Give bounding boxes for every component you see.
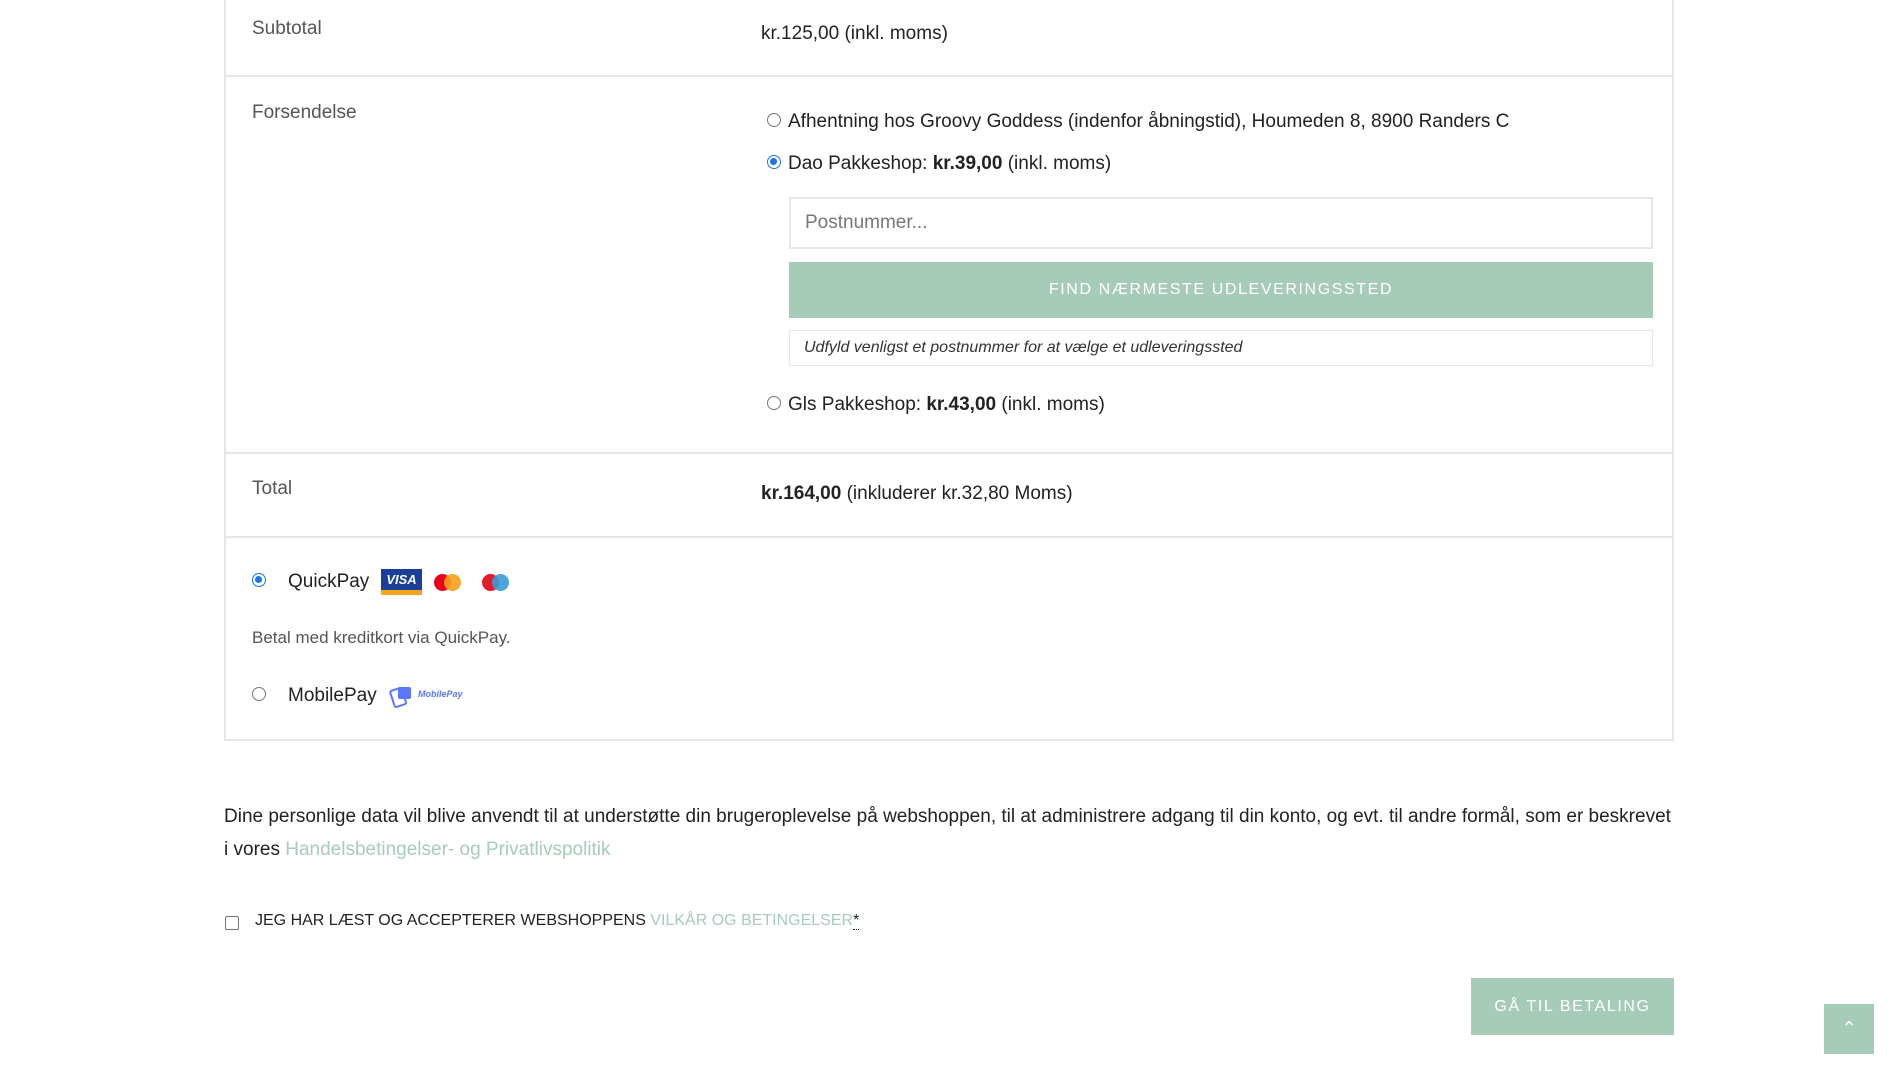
terms-link[interactable]: VILKÅR OG BETINGELSER bbox=[650, 912, 853, 929]
mobilepay-logo-text: MobilePay bbox=[418, 689, 463, 699]
total-label: Total bbox=[252, 478, 293, 499]
terms-text: JEG HAR LÆST OG ACCEPTERER WEBSHOPPENS bbox=[255, 912, 651, 929]
shipping-option-dao[interactable]: Dao Pakkeshop: kr.39,00 (inkl. moms) bbox=[788, 153, 1111, 175]
shipping-radio-dao[interactable] bbox=[767, 155, 781, 169]
privacy-notice: Dine personlige data vil blive anvendt t… bbox=[224, 800, 1674, 866]
row-divider bbox=[226, 536, 1672, 538]
subtotal-label: Subtotal bbox=[252, 18, 322, 39]
order-review-table: Subtotal kr.125,00 (inkl. moms) Forsende… bbox=[224, 0, 1674, 741]
mastercard-icon bbox=[434, 574, 462, 592]
back-to-top-button[interactable]: ⌃ bbox=[1824, 1004, 1874, 1054]
quickpay-description: Betal med kreditkort via QuickPay. bbox=[252, 628, 511, 647]
maestro-icon bbox=[482, 574, 510, 592]
postal-hint: Udfyld venligst et postnummer for at væl… bbox=[789, 330, 1653, 366]
shipping-dao-suffix: (inkl. moms) bbox=[1002, 153, 1112, 174]
row-divider bbox=[226, 75, 1672, 77]
shipping-dao-price: kr.39,00 bbox=[932, 153, 1003, 174]
shipping-label: Forsendelse bbox=[252, 102, 357, 123]
postal-code-input[interactable] bbox=[789, 197, 1653, 249]
visa-icon: VISA bbox=[381, 569, 422, 595]
privacy-policy-link[interactable]: Handelsbetingelser- og Privatlivspolitik bbox=[285, 839, 610, 860]
payment-radio-quickpay[interactable] bbox=[252, 573, 266, 587]
terms-checkbox[interactable] bbox=[225, 916, 239, 930]
required-marker: * bbox=[853, 912, 860, 930]
shipping-radio-pickup[interactable] bbox=[767, 113, 781, 127]
shipping-gls-name: Gls Pakkeshop: bbox=[788, 394, 927, 415]
terms-label: JEG HAR LÆST OG ACCEPTERER WEBSHOPPENS V… bbox=[255, 912, 860, 930]
shipping-gls-suffix: (inkl. moms) bbox=[996, 394, 1105, 415]
shipping-dao-name: Dao Pakkeshop: bbox=[788, 153, 933, 174]
payment-label-mobilepay[interactable]: MobilePay bbox=[288, 685, 377, 707]
shipping-option-gls[interactable]: Gls Pakkeshop: kr.43,00 (inkl. moms) bbox=[788, 394, 1105, 416]
total-value: kr.164,00 (inkluderer kr.32,80 Moms) bbox=[761, 483, 1073, 505]
go-to-payment-button[interactable]: GÅ TIL BETALING bbox=[1471, 978, 1674, 1035]
payment-label-quickpay[interactable]: QuickPay bbox=[288, 571, 369, 593]
subtotal-value: kr.125,00 (inkl. moms) bbox=[761, 23, 948, 44]
shipping-radio-gls[interactable] bbox=[767, 396, 781, 410]
find-pickup-point-button[interactable]: FIND NÆRMESTE UDLEVERINGSSTED bbox=[789, 262, 1653, 318]
payment-radio-mobilepay[interactable] bbox=[252, 687, 266, 701]
shipping-gls-price: kr.43,00 bbox=[926, 394, 997, 415]
total-amount: kr.164,00 bbox=[761, 483, 842, 504]
mobilepay-logo-icon: MobilePay bbox=[389, 683, 471, 709]
total-tax: (inkluderer kr.32,80 Moms) bbox=[841, 483, 1073, 504]
shipping-option-pickup[interactable]: Afhentning hos Groovy Goddess (indenfor … bbox=[788, 111, 1509, 133]
chevron-up-icon: ⌃ bbox=[1841, 1018, 1857, 1038]
row-divider bbox=[226, 452, 1672, 454]
